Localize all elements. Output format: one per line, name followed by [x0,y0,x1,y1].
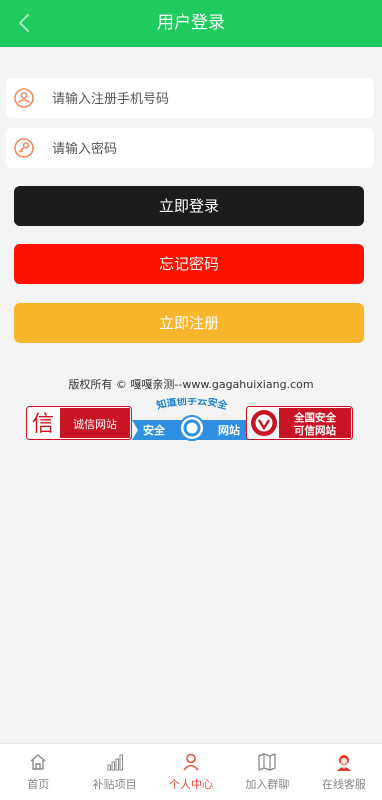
password-input[interactable] [50,128,354,170]
svg-text:网站: 网站 [218,423,240,437]
tab-subsidy[interactable]: 补贴项目 [76,744,152,800]
page-title: 用户登录 [157,13,225,33]
phone-field [6,78,374,120]
user-icon [183,753,199,771]
tab-label: 首页 [27,778,50,791]
cloud-security-badge[interactable]: 知道创宇云安全 安全 网站 [132,398,252,441]
tab-label: 个人中心 [169,778,214,791]
svg-text:诚信网站: 诚信网站 [73,417,117,431]
svg-text:可信网站: 可信网站 [294,424,336,437]
credit-website-badge[interactable]: 信 诚信网站 [26,406,132,440]
key-icon [14,138,34,158]
phone-input[interactable] [50,78,354,120]
tab-customer-service[interactable]: 在线客服 [306,744,382,800]
bar-chart-icon [107,754,123,771]
svg-text:知道创宇云安全: 知道创宇云安全 [154,398,230,412]
customer-service-icon [336,755,351,771]
login-button[interactable]: 立即登录 [14,186,364,226]
tab-label: 补贴项目 [92,778,137,791]
tab-profile[interactable]: 个人中心 [153,744,229,800]
tab-group-chat[interactable]: 加入群聊 [229,744,305,800]
svg-text:全国安全: 全国安全 [293,411,336,424]
password-field [6,128,374,170]
forgot-password-button[interactable]: 忘记密码 [14,244,364,284]
register-button[interactable]: 立即注册 [14,303,364,343]
tab-label: 加入群聊 [245,778,290,791]
tab-home[interactable]: 首页 [0,744,76,800]
map-icon [258,753,277,771]
svg-text:安全: 安全 [143,423,166,437]
user-icon [14,88,34,108]
home-icon [30,754,46,770]
bottom-tabbar: 首页 补贴项目 个人中心 加入群聊 在线客服 [0,743,382,800]
svg-text:信: 信 [32,412,54,437]
national-trust-badge[interactable]: 全国安全 可信网站 [246,406,353,440]
header: 用户登录 [0,0,382,47]
copyright-text: 版权所有 © 嘎嘎亲测--www.gagahuixiang.com [68,378,314,391]
trust-badges: 信 诚信网站 知道创宇云安全 安全 网站 全国安全 可信网站 [26,398,353,441]
tab-label: 在线客服 [321,778,366,791]
